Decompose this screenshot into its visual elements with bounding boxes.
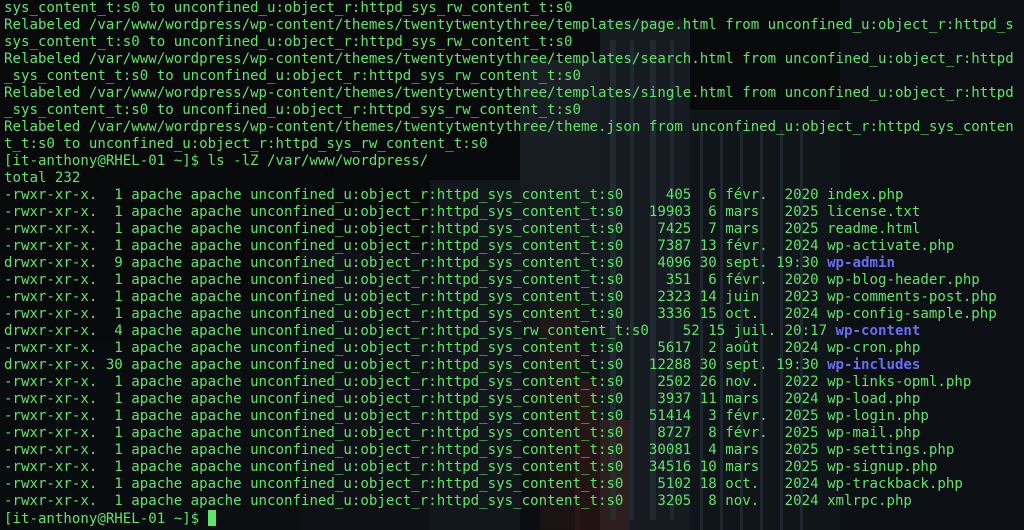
listing-attributes: drwxr-xr-x. 4 apache apache unconfined_u… <box>4 323 836 339</box>
output-text: [it-anthony@RHEL-01 ~]$ ls -lZ /var/www/… <box>4 153 429 169</box>
output-line: t_t:s0 to unconfined_u:object_r:httpd_sy… <box>4 136 1014 153</box>
file-name: wp-login.php <box>827 408 929 424</box>
listing-attributes: drwxr-xr-x. 9 apache apache unconfined_u… <box>4 255 828 271</box>
output-text: Relabeled /var/www/wordpress/wp-content/… <box>4 51 1014 67</box>
output-text: Relabeled /var/www/wordpress/wp-content/… <box>4 85 1014 101</box>
directory-name: wp-content <box>835 323 921 339</box>
output-text: sys_content_t:s0 to unconfined_u:object_… <box>4 34 573 50</box>
listing-row: -rwxr-xr-x. 1 apache apache unconfined_u… <box>4 408 1014 425</box>
listing-attributes: -rwxr-xr-x. 1 apache apache unconfined_u… <box>4 442 828 458</box>
file-name: wp-mail.php <box>827 425 921 441</box>
listing-attributes: -rwxr-xr-x. 1 apache apache unconfined_u… <box>4 340 828 356</box>
output-text: _sys_content_t:s0 to unconfined_u:object… <box>4 102 581 118</box>
file-name: xmlrpc.php <box>827 493 912 509</box>
listing-row: -rwxr-xr-x. 1 apache apache unconfined_u… <box>4 391 1014 408</box>
listing-attributes: -rwxr-xr-x. 1 apache apache unconfined_u… <box>4 187 828 203</box>
output-line: Relabeled /var/www/wordpress/wp-content/… <box>4 119 1014 136</box>
output-line: _sys_content_t:s0 to unconfined_u:object… <box>4 68 1014 85</box>
file-name: wp-signup.php <box>827 459 938 475</box>
shell-prompt: [it-anthony@RHEL-01 ~]$ <box>4 511 208 527</box>
listing-row: -rwxr-xr-x. 1 apache apache unconfined_u… <box>4 476 1014 493</box>
listing-row: -rwxr-xr-x. 1 apache apache unconfined_u… <box>4 374 1014 391</box>
file-name: wp-config-sample.php <box>827 306 997 322</box>
file-name: license.txt <box>827 204 921 220</box>
listing-row: -rwxr-xr-x. 1 apache apache unconfined_u… <box>4 204 1014 221</box>
listing-attributes: -rwxr-xr-x. 1 apache apache unconfined_u… <box>4 374 828 390</box>
terminal-output[interactable]: sys_content_t:s0 to unconfined_u:object_… <box>4 0 1014 527</box>
output-text: _sys_content_t:s0 to unconfined_u:object… <box>4 68 581 84</box>
output-text: total 232 <box>4 170 81 186</box>
listing-attributes: -rwxr-xr-x. 1 apache apache unconfined_u… <box>4 238 828 254</box>
output-text: sys_content_t:s0 to unconfined_u:object_… <box>4 0 573 16</box>
output-line: total 232 <box>4 170 1014 187</box>
file-name: wp-settings.php <box>827 442 955 458</box>
listing-attributes: -rwxr-xr-x. 1 apache apache unconfined_u… <box>4 272 828 288</box>
listing-row: -rwxr-xr-x. 1 apache apache unconfined_u… <box>4 272 1014 289</box>
output-text: Relabeled /var/www/wordpress/wp-content/… <box>4 119 1014 135</box>
listing-attributes: drwxr-xr-x. 30 apache apache unconfined_… <box>4 357 828 373</box>
listing-attributes: -rwxr-xr-x. 1 apache apache unconfined_u… <box>4 204 828 220</box>
output-line: sys_content_t:s0 to unconfined_u:object_… <box>4 0 1014 17</box>
listing-row: -rwxr-xr-x. 1 apache apache unconfined_u… <box>4 425 1014 442</box>
listing-row: drwxr-xr-x. 4 apache apache unconfined_u… <box>4 323 1014 340</box>
listing-row: -rwxr-xr-x. 1 apache apache unconfined_u… <box>4 289 1014 306</box>
output-line: _sys_content_t:s0 to unconfined_u:object… <box>4 102 1014 119</box>
output-text: Relabeled /var/www/wordpress/wp-content/… <box>4 17 1014 33</box>
listing-row: -rwxr-xr-x. 1 apache apache unconfined_u… <box>4 238 1014 255</box>
file-name: wp-activate.php <box>827 238 955 254</box>
listing-attributes: -rwxr-xr-x. 1 apache apache unconfined_u… <box>4 459 828 475</box>
listing-attributes: -rwxr-xr-x. 1 apache apache unconfined_u… <box>4 289 828 305</box>
text-cursor <box>207 510 216 526</box>
listing-attributes: -rwxr-xr-x. 1 apache apache unconfined_u… <box>4 221 828 237</box>
output-line: sys_content_t:s0 to unconfined_u:object_… <box>4 34 1014 51</box>
output-line: Relabeled /var/www/wordpress/wp-content/… <box>4 51 1014 68</box>
file-name: wp-links-opml.php <box>827 374 972 390</box>
output-line: [it-anthony@RHEL-01 ~]$ ls -lZ /var/www/… <box>4 153 1014 170</box>
listing-row: -rwxr-xr-x. 1 apache apache unconfined_u… <box>4 340 1014 357</box>
file-name: wp-load.php <box>827 391 921 407</box>
output-line: Relabeled /var/www/wordpress/wp-content/… <box>4 17 1014 34</box>
listing-attributes: -rwxr-xr-x. 1 apache apache unconfined_u… <box>4 306 828 322</box>
file-name: wp-trackback.php <box>827 476 963 492</box>
file-name: wp-blog-header.php <box>827 272 980 288</box>
listing-attributes: -rwxr-xr-x. 1 apache apache unconfined_u… <box>4 425 828 441</box>
listing-row: -rwxr-xr-x. 1 apache apache unconfined_u… <box>4 306 1014 323</box>
output-line: Relabeled /var/www/wordpress/wp-content/… <box>4 85 1014 102</box>
listing-attributes: -rwxr-xr-x. 1 apache apache unconfined_u… <box>4 493 828 509</box>
file-name: wp-cron.php <box>827 340 921 356</box>
file-name: readme.html <box>827 221 921 237</box>
listing-row: drwxr-xr-x. 30 apache apache unconfined_… <box>4 357 1014 374</box>
file-name: index.php <box>827 187 904 203</box>
listing-row: drwxr-xr-x. 9 apache apache unconfined_u… <box>4 255 1014 272</box>
directory-name: wp-includes <box>827 357 921 373</box>
output-text: t_t:s0 to unconfined_u:object_r:httpd_sy… <box>4 136 488 152</box>
listing-row: -rwxr-xr-x. 1 apache apache unconfined_u… <box>4 187 1014 204</box>
listing-row: -rwxr-xr-x. 1 apache apache unconfined_u… <box>4 459 1014 476</box>
prompt-line[interactable]: [it-anthony@RHEL-01 ~]$ <box>4 510 1014 527</box>
listing-row: -rwxr-xr-x. 1 apache apache unconfined_u… <box>4 221 1014 238</box>
listing-attributes: -rwxr-xr-x. 1 apache apache unconfined_u… <box>4 391 828 407</box>
listing-row: -rwxr-xr-x. 1 apache apache unconfined_u… <box>4 493 1014 510</box>
listing-attributes: -rwxr-xr-x. 1 apache apache unconfined_u… <box>4 476 828 492</box>
listing-row: -rwxr-xr-x. 1 apache apache unconfined_u… <box>4 442 1014 459</box>
listing-attributes: -rwxr-xr-x. 1 apache apache unconfined_u… <box>4 408 828 424</box>
file-name: wp-comments-post.php <box>827 289 997 305</box>
directory-name: wp-admin <box>827 255 895 271</box>
terminal-window[interactable]: sys_content_t:s0 to unconfined_u:object_… <box>0 0 1024 530</box>
